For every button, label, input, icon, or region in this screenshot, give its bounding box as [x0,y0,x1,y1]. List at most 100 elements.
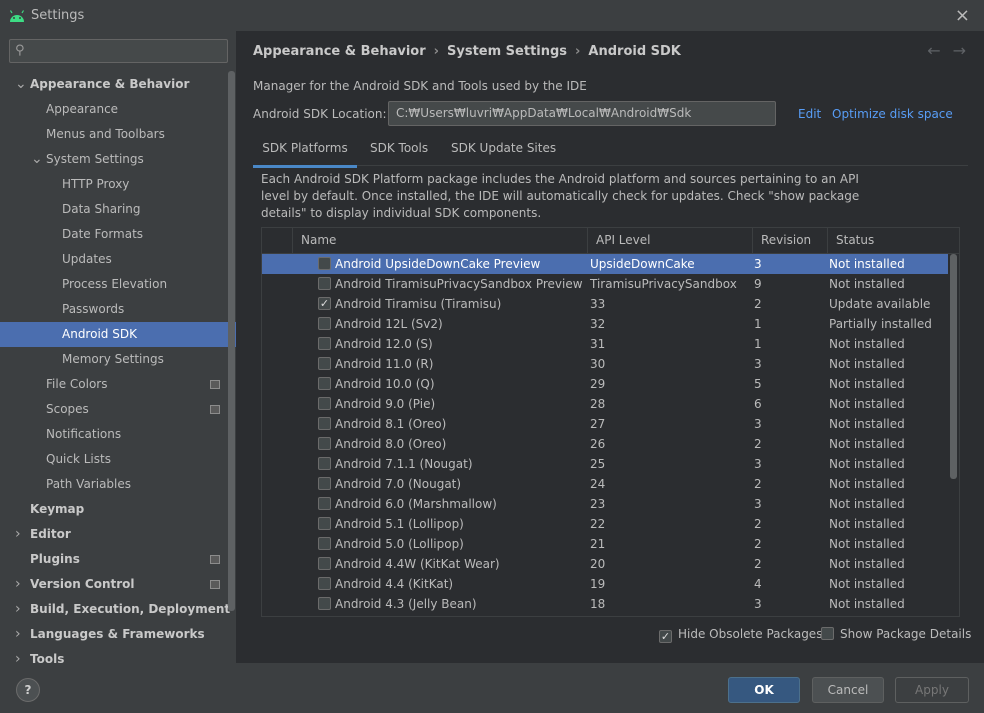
search-input[interactable] [34,42,223,62]
table-row[interactable]: Android UpsideDownCake Preview UpsideDown… [262,254,948,274]
sidebar-item-system-settings[interactable]: ⌄ System Settings [0,147,236,172]
install-checkbox[interactable] [318,357,331,370]
install-checkbox[interactable] [318,497,331,510]
sidebar-item-updates[interactable]: Updates [0,247,236,272]
install-checkbox[interactable] [318,317,331,330]
install-checkbox[interactable] [318,377,331,390]
show-details-option[interactable]: Show Package Details [821,627,971,641]
table-row[interactable]: Android 11.0 (R) 30 3 Not installed [262,354,948,374]
apply-button[interactable]: Apply [895,677,969,703]
install-checkbox[interactable] [318,457,331,470]
cancel-button[interactable]: Cancel [812,677,884,703]
table-row[interactable]: Android 10.0 (Q) 29 5 Not installed [262,374,948,394]
sidebar-item-menus-and-toolbars[interactable]: Menus and Toolbars [0,122,236,147]
sidebar-item-plugins[interactable]: Plugins [0,547,236,572]
install-checkbox[interactable] [318,397,331,410]
sidebar-item-quick-lists[interactable]: Quick Lists [0,447,236,472]
sidebar-item-notifications[interactable]: Notifications [0,422,236,447]
tab-sdk-platforms[interactable]: SDK Platforms [253,133,357,168]
column-header-revision[interactable]: Revision [752,228,830,253]
sidebar-item-file-colors[interactable]: File Colors [0,372,236,397]
table-row[interactable]: Android 4.4 (KitKat) 19 4 Not installed [262,574,948,594]
sidebar-item-memory-settings[interactable]: Memory Settings [0,347,236,372]
install-checkbox[interactable] [318,417,331,430]
install-checkbox[interactable] [318,537,331,550]
chevron-right-icon[interactable]: › [15,572,21,597]
column-header-name[interactable]: Name [292,228,588,253]
tab-sdk-tools[interactable]: SDK Tools [370,133,428,165]
table-row[interactable]: Android 9.0 (Pie) 28 6 Not installed [262,394,948,414]
sidebar-item-process-elevation[interactable]: Process Elevation [0,272,236,297]
sidebar-item-http-proxy[interactable]: HTTP Proxy [0,172,236,197]
close-icon[interactable]: × [955,5,970,26]
ok-button[interactable]: OK [728,677,800,703]
cell-revision: 3 [754,417,762,431]
sidebar-item-tools[interactable]: › Tools [0,647,236,663]
help-icon[interactable]: ? [16,678,40,702]
sidebar-item-appearance-behavior[interactable]: ⌄ Appearance & Behavior [0,72,236,97]
sidebar-item-android-sdk[interactable]: Android SDK [0,322,236,347]
chevron-right-icon[interactable]: › [15,597,21,622]
install-checkbox[interactable] [318,257,331,270]
table-row[interactable]: Android 5.1 (Lollipop) 22 2 Not installed [262,514,948,534]
show-details-checkbox[interactable] [821,627,834,640]
tab-sdk-update-sites[interactable]: SDK Update Sites [451,133,556,165]
hide-obsolete-option[interactable]: ✓ Hide Obsolete Packages [659,627,822,643]
sidebar-item-appearance[interactable]: Appearance [0,97,236,122]
install-checkbox[interactable] [318,557,331,570]
sidebar-item-path-variables[interactable]: Path Variables [0,472,236,497]
chevron-right-icon[interactable]: › [15,522,21,547]
forward-arrow-icon[interactable]: → [953,41,966,60]
breadcrumb-system-settings[interactable]: System Settings [447,44,567,59]
table-row[interactable]: Android 5.0 (Lollipop) 21 2 Not installed [262,534,948,554]
hide-obsolete-checkbox[interactable]: ✓ [659,630,672,643]
table-row[interactable]: Android 4.3 (Jelly Bean) 18 3 Not installed [262,594,948,614]
table-row[interactable]: Android 4.4W (KitKat Wear) 20 2 Not install… [262,554,948,574]
sidebar-item-languages-frameworks[interactable]: › Languages & Frameworks [0,622,236,647]
sidebar-scrollbar[interactable] [228,71,235,611]
install-checkbox[interactable] [318,477,331,490]
back-arrow-icon[interactable]: ← [927,41,940,60]
sidebar-item-data-sharing[interactable]: Data Sharing [0,197,236,222]
column-header-api-level[interactable]: API Level [587,228,753,253]
table-row[interactable]: Android TiramisuPrivacySandbox Preview Ti… [262,274,948,294]
sidebar-item-keymap[interactable]: Keymap [0,497,236,522]
table-row[interactable]: Android 7.0 (Nougat) 24 2 Not installed [262,474,948,494]
sidebar-item-date-formats[interactable]: Date Formats [0,222,236,247]
install-checkbox[interactable] [318,437,331,450]
sidebar-item-editor[interactable]: › Editor [0,522,236,547]
cell-api-level: 19 [590,577,606,591]
project-scope-icon [210,380,220,389]
cell-api-level: TiramisuPrivacySandbox [590,277,737,291]
column-header-status[interactable]: Status [827,228,956,253]
install-checkbox[interactable]: ✓ [318,297,331,310]
table-row[interactable]: ✓ Android Tiramisu (Tiramisu) 33 2 Update av… [262,294,948,314]
sidebar-item-version-control[interactable]: › Version Control [0,572,236,597]
optimize-disk-space-link[interactable]: Optimize disk space [832,107,953,121]
edit-link[interactable]: Edit [798,107,821,121]
breadcrumb-appearance[interactable]: Appearance & Behavior [253,44,426,59]
install-checkbox[interactable] [318,517,331,530]
sidebar-item-build-execution-deployment[interactable]: › Build, Execution, Deployment [0,597,236,622]
cell-status: Not installed [829,457,905,471]
table-row[interactable]: Android 7.1.1 (Nougat) 25 3 Not installed [262,454,948,474]
chevron-right-icon[interactable]: › [15,622,21,647]
install-checkbox[interactable] [318,597,331,610]
install-checkbox[interactable] [318,337,331,350]
sidebar-item-passwords[interactable]: Passwords [0,297,236,322]
chevron-down-icon[interactable]: ⌄ [31,147,43,172]
search-box[interactable]: ⚲ [9,39,228,63]
install-checkbox[interactable] [318,277,331,290]
sdk-location-label: Android SDK Location: [253,107,387,121]
table-row[interactable]: Android 12.0 (S) 31 1 Not installed [262,334,948,354]
table-row[interactable]: Android 8.0 (Oreo) 26 2 Not installed [262,434,948,454]
table-row[interactable]: Android 12L (Sv2) 32 1 Partially installed [262,314,948,334]
chevron-right-icon[interactable]: › [15,647,21,663]
install-checkbox[interactable] [318,577,331,590]
table-scrollbar[interactable] [950,254,957,479]
sdk-location-field[interactable]: C:₩Users₩luvri₩AppData₩Local₩Android₩Sdk [388,101,776,126]
sidebar-item-scopes[interactable]: Scopes [0,397,236,422]
table-row[interactable]: Android 6.0 (Marshmallow) 23 3 Not installe… [262,494,948,514]
table-row[interactable]: Android 8.1 (Oreo) 27 3 Not installed [262,414,948,434]
chevron-down-icon[interactable]: ⌄ [15,72,27,97]
